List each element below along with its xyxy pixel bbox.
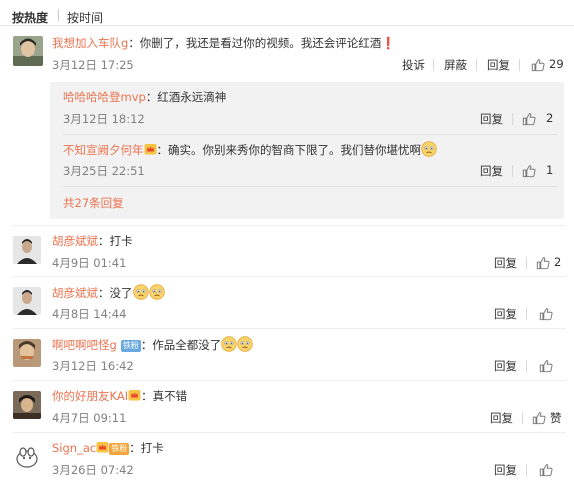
comment-time: 3月12日 16:42	[52, 359, 134, 373]
reply-content: 哈哈哈哈登mvp：红酒永远滴神	[63, 89, 226, 105]
comment-time: 4月9日 01:41	[52, 256, 127, 270]
report-button[interactable]: 投诉	[402, 57, 425, 73]
reply-button[interactable]: 回复	[494, 358, 517, 374]
like-icon[interactable]	[539, 307, 553, 321]
action-divider	[512, 113, 513, 125]
reply-item: 不知宣阙夕何年 ：确实。你别来秀你的智商下限了。我们替你堪忧啊 3月25日 22:…	[0, 134, 574, 186]
action-divider	[476, 59, 477, 71]
reply-content: 不知宣阙夕何年 ：确实。你别来秀你的智商下限了。我们替你堪忧啊	[63, 141, 437, 158]
block-button[interactable]: 屏蔽	[444, 57, 467, 73]
like-count: 赞	[550, 411, 562, 425]
comment-username[interactable]: 胡彦斌斌	[52, 286, 98, 300]
reply-time: 3月25日 22:51	[63, 164, 145, 178]
reply-username[interactable]: 哈哈哈哈登mvp	[63, 90, 146, 104]
reply-button[interactable]: 回复	[494, 462, 517, 478]
sort-bar: 按热度 按时间	[0, 0, 574, 26]
comment-item: Sign_ac 铁粉 ：打卡 3月26日 07:42 回复	[0, 433, 574, 488]
fan-badge: 铁粉	[109, 443, 130, 455]
action-divider	[526, 257, 527, 269]
reply-text: ：确实。你别来秀你的智商下限了。我们替你堪忧啊	[156, 143, 422, 157]
action-divider	[526, 360, 527, 372]
reply-button[interactable]: 回复	[487, 57, 510, 73]
like-icon[interactable]	[522, 112, 536, 126]
comment-content: 我想加入车队g：你删了，我还是看过你的视频。我还会评论红酒❗	[52, 35, 396, 51]
reply-button[interactable]: 回复	[480, 163, 503, 179]
comment-content: 啊吧啊吧怪g 铁粉 ：作品全都没了	[52, 336, 253, 353]
comment-content: 胡彦斌斌：没了	[52, 284, 165, 301]
comment-time: 3月26日 07:42	[52, 463, 134, 477]
comment-username[interactable]: 胡彦斌斌	[52, 234, 98, 248]
vip-crown-icon	[96, 441, 109, 453]
vip-crown-icon	[128, 389, 141, 401]
comment-content: Sign_ac 铁粉 ：打卡	[52, 440, 164, 456]
sad-emoji-icon	[149, 284, 165, 300]
comment-text: ：你删了，我还是看过你的视频。我还会评论红酒❗	[128, 36, 396, 50]
action-divider	[519, 59, 520, 71]
sort-by-hot-tab[interactable]: 按热度	[12, 9, 48, 26]
like-count: 2	[546, 111, 554, 125]
comment-text: ：打卡	[98, 234, 133, 248]
comment-item: 你的好朋友KAI ：真不错 4月7日 09:11 回复 赞	[0, 381, 574, 433]
avatar[interactable]	[13, 443, 41, 471]
like-icon[interactable]	[532, 411, 546, 425]
comment-item: 胡彦斌斌：没了 4月8日 14:44 回复	[0, 277, 574, 329]
sad-emoji-icon	[133, 284, 149, 300]
avatar[interactable]	[13, 287, 41, 315]
comment-text: ：真不错	[141, 389, 188, 403]
sort-by-time-tab[interactable]: 按时间	[67, 9, 103, 26]
avatar[interactable]	[13, 391, 41, 419]
like-icon[interactable]	[539, 359, 553, 373]
action-divider	[512, 165, 513, 177]
more-replies-link[interactable]: 共27条回复	[63, 195, 124, 211]
action-divider	[526, 464, 527, 476]
like-icon[interactable]	[539, 463, 553, 477]
action-divider	[433, 59, 434, 71]
comment-item: 啊吧啊吧怪g 铁粉 ：作品全都没了 3月12日 16:42 回复	[0, 329, 574, 381]
like-count: 2	[554, 255, 562, 269]
worried-emoji-icon	[421, 141, 437, 157]
comment-item: 胡彦斌斌：打卡 4月9日 01:41 回复 2	[0, 226, 574, 277]
reply-text: ：红酒永远滴神	[145, 90, 227, 104]
like-icon[interactable]	[531, 58, 545, 72]
sad-emoji-icon	[237, 336, 253, 352]
like-icon[interactable]	[522, 164, 536, 178]
like-icon[interactable]	[536, 256, 550, 270]
comment-username[interactable]: Sign_ac	[52, 441, 96, 455]
comment-username[interactable]: 你的好朋友KAI	[52, 389, 128, 403]
avatar[interactable]	[13, 339, 41, 367]
comment-username[interactable]: 我想加入车队g	[52, 36, 128, 50]
reply-item: 哈哈哈哈登mvp：红酒永远滴神 3月12日 18:12 回复 2	[0, 82, 574, 134]
comment-time: 4月7日 09:11	[52, 411, 127, 425]
reply-button[interactable]: 回复	[490, 410, 513, 426]
reply-username[interactable]: 不知宣阙夕何年	[63, 143, 144, 157]
like-count: 1	[546, 163, 554, 177]
comment-text: ：没了	[98, 286, 133, 300]
like-count: 29	[549, 57, 564, 71]
comment-text: ：作品全都没了	[140, 338, 222, 352]
avatar[interactable]	[13, 36, 43, 66]
fan-badge: 铁粉	[120, 340, 141, 352]
comment-time: 4月8日 14:44	[52, 307, 127, 321]
action-divider	[526, 308, 527, 320]
comment-text: ：打卡	[129, 441, 164, 455]
sort-divider	[58, 9, 59, 21]
reply-divider	[63, 186, 557, 187]
comment-username[interactable]: 啊吧啊吧怪g	[52, 338, 117, 352]
reply-button[interactable]: 回复	[480, 111, 503, 127]
reply-button[interactable]: 回复	[494, 306, 517, 322]
avatar[interactable]	[13, 236, 41, 264]
comment-content: 你的好朋友KAI ：真不错	[52, 388, 187, 404]
comment-time: 3月12日 17:25	[52, 58, 134, 72]
vip-crown-icon	[144, 143, 157, 155]
sad-emoji-icon	[221, 336, 237, 352]
reply-button[interactable]: 回复	[494, 255, 517, 271]
reply-time: 3月12日 18:12	[63, 112, 145, 126]
comment-content: 胡彦斌斌：打卡	[52, 233, 133, 249]
action-divider	[522, 412, 523, 424]
